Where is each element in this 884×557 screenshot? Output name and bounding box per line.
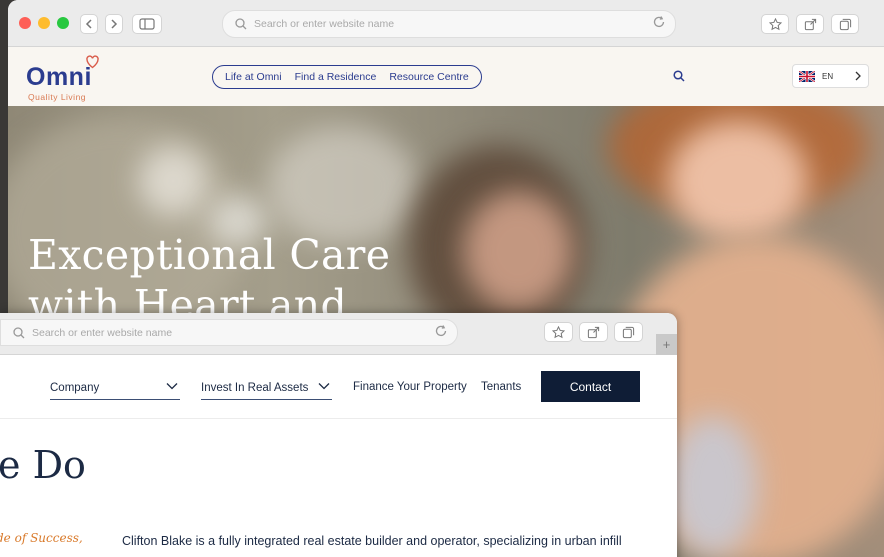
clifton-browser-window: Search or enter website name + Company I… <box>0 313 677 557</box>
browser-toolbar: Search or enter website name + <box>0 313 677 355</box>
maximize-window-button[interactable] <box>57 17 69 29</box>
star-icon <box>768 17 782 30</box>
desktop: Search or enter website name + Omni Qual… <box>0 0 884 557</box>
new-tab-button[interactable]: + <box>656 334 677 355</box>
chevron-down-icon <box>318 383 330 390</box>
share-icon <box>804 18 816 30</box>
sidebar-icon <box>139 18 155 30</box>
omni-main-nav: Life at Omni Find a Residence Resource C… <box>212 65 482 89</box>
omni-logo[interactable]: Omni Quality Living <box>26 55 106 102</box>
section-heading: e Do <box>0 443 86 487</box>
hero-title-line-1: Exceptional Care <box>28 231 391 279</box>
share-button[interactable] <box>579 322 608 342</box>
reload-icon[interactable] <box>434 324 448 338</box>
intro-paragraph: Clifton Blake is a fully integrated real… <box>122 534 622 548</box>
window-controls <box>19 17 69 29</box>
nav-dropdown-company[interactable]: Company <box>50 376 180 400</box>
browser-toolbar: Search or enter website name + <box>8 0 884 47</box>
language-selector[interactable]: EN <box>792 64 869 88</box>
close-window-button[interactable] <box>19 17 31 29</box>
star-icon <box>552 325 565 338</box>
nav-item-life-at-omni[interactable]: Life at Omni <box>225 71 282 83</box>
reload-icon[interactable] <box>652 15 666 29</box>
forward-button[interactable] <box>105 14 123 34</box>
language-code: EN <box>822 71 834 81</box>
logo-word: Omni <box>26 63 92 91</box>
address-bar[interactable]: Search or enter website name <box>222 10 676 38</box>
nav-dropdown-invest[interactable]: Invest In Real Assets <box>201 376 332 400</box>
back-button[interactable] <box>80 14 98 34</box>
chevron-left-icon <box>85 19 92 29</box>
contact-button[interactable]: Contact <box>541 371 640 402</box>
nav-link-finance[interactable]: Finance Your Property <box>353 381 467 393</box>
section-tagline: de of Success, <box>0 531 83 545</box>
uk-flag-icon <box>799 70 815 82</box>
chevron-right-icon <box>855 71 861 81</box>
search-icon <box>13 326 25 339</box>
bookmark-button[interactable] <box>761 14 789 34</box>
share-button[interactable] <box>796 14 824 34</box>
sidebar-toggle-button[interactable] <box>132 14 162 34</box>
address-bar[interactable]: Search or enter website name <box>0 319 458 346</box>
nav-link-tenants[interactable]: Tenants <box>481 381 521 393</box>
nav-item-resource-centre[interactable]: Resource Centre <box>389 71 468 83</box>
chevron-right-icon <box>111 19 118 29</box>
tabs-overview-button[interactable] <box>614 322 643 342</box>
heart-icon <box>86 55 99 69</box>
bookmark-button[interactable] <box>544 322 573 342</box>
tabs-icon <box>839 18 851 30</box>
address-placeholder: Search or enter website name <box>32 326 173 339</box>
nav-item-find-a-residence[interactable]: Find a Residence <box>295 71 377 83</box>
search-icon <box>235 18 247 30</box>
search-icon[interactable] <box>673 69 685 87</box>
logo-tagline: Quality Living <box>28 92 87 102</box>
chevron-down-icon <box>166 383 178 390</box>
omni-site-header: Omni Quality Living Life at Omni Find a … <box>8 47 884 106</box>
tabs-icon <box>622 326 635 338</box>
clifton-site-header: Company Invest In Real Assets Finance Yo… <box>0 355 677 419</box>
share-icon <box>587 326 600 338</box>
nav-label: Company <box>50 381 100 394</box>
address-placeholder: Search or enter website name <box>254 18 395 30</box>
nav-label: Invest In Real Assets <box>201 381 309 394</box>
minimize-window-button[interactable] <box>38 17 50 29</box>
tabs-overview-button[interactable] <box>831 14 859 34</box>
